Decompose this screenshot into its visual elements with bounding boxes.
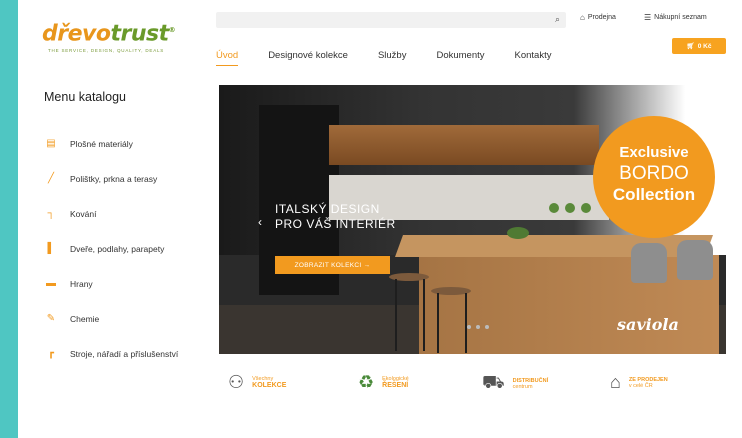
- menu-item-label: Dveře, podlahy, parapety: [70, 243, 165, 254]
- logo-part1: dřevo: [42, 21, 111, 47]
- stool-leg: [423, 279, 425, 351]
- menu-item-edges[interactable]: ▬ Hrany: [44, 266, 224, 301]
- tools-icon: ┏: [47, 348, 55, 359]
- menu-item-tools[interactable]: ┏ Stroje, nářadí a příslušenství: [44, 336, 224, 371]
- cart-button[interactable]: 🛒︎ 0 Kč: [672, 38, 726, 54]
- brand-logo: saviola: [617, 315, 679, 334]
- recycle-icon: ♻: [358, 372, 375, 392]
- catalog-menu: ▤ Plošné materiály ╱ Polištky, prkna a t…: [44, 126, 224, 371]
- stool-leg: [395, 279, 397, 351]
- cart-icon: 🛒︎: [686, 43, 695, 50]
- users-icon: ⚇: [228, 372, 245, 392]
- shopping-list-label: Nákupní seznam: [654, 14, 707, 21]
- feature-stores[interactable]: ⌂ ZE PRODEJEN v celé ČR: [610, 372, 668, 393]
- menu-item-doors[interactable]: ▌ Dveře, podlahy, parapety: [44, 231, 224, 266]
- shopping-list-link[interactable]: ☰ Nákupní seznam: [644, 13, 707, 22]
- slider-dot[interactable]: [467, 325, 471, 329]
- menu-item-label: Hrany: [70, 278, 93, 289]
- feature-label: ZE PRODEJEN: [628, 376, 668, 383]
- menu-item-label: Polištky, prkna a terasy: [70, 173, 158, 184]
- prev-slide-arrow[interactable]: ‹: [258, 215, 262, 229]
- search-icon[interactable]: ⌕: [555, 14, 560, 25]
- slider-dot[interactable]: [485, 325, 489, 329]
- nav-item-design-collections[interactable]: Designové kolekce: [268, 50, 348, 61]
- page-frame: dřevotrust® THE SERVICE, DESIGN, QUALITY…: [18, 0, 742, 438]
- show-collection-button[interactable]: ZOBRAZIT KOLEKCI →: [275, 256, 390, 274]
- menu-title: Menu katalogu: [44, 90, 127, 104]
- slider-dot[interactable]: [476, 325, 480, 329]
- hero-plant: [549, 203, 559, 213]
- feature-title: centrum: [512, 384, 533, 390]
- menu-item-planks[interactable]: ╱ Polištky, prkna a terasy: [44, 161, 224, 196]
- menu-item-label: Kování: [70, 208, 97, 219]
- logo-text: dřevotrust®: [42, 18, 176, 47]
- cart-label: 0 Kč: [697, 42, 712, 50]
- logo-tagline: THE SERVICE, DESIGN, QUALITY, DEALS: [48, 48, 165, 54]
- badge-line1: Exclusive: [619, 144, 689, 161]
- door-icon: ▌: [47, 243, 55, 254]
- slider-dots: [467, 325, 489, 329]
- feature-eco[interactable]: ♻ Ekologické ŘEŠENÍ: [358, 372, 409, 393]
- nav-item-home[interactable]: Úvod: [216, 50, 239, 66]
- store-link[interactable]: ⌂ Prodejna: [580, 13, 616, 22]
- hero-title: ITALSKÝ DESIGN PRO VÁŠ INTERIÉR: [275, 202, 396, 232]
- truck-icon: ⛟: [482, 372, 505, 392]
- collection-badge: Exclusive BORDO Collection: [593, 116, 715, 238]
- badge-line3: Collection: [612, 185, 696, 204]
- stool-leg: [437, 293, 439, 353]
- house-icon: ⌂: [610, 372, 621, 392]
- logo-mark: ®: [168, 26, 176, 34]
- hardware-icon: ┐: [47, 208, 55, 219]
- sheet-icon: ▤: [46, 138, 56, 149]
- feature-collections[interactable]: ⚇ Všechny KOLEKCE: [228, 372, 286, 393]
- hero-chair: [677, 240, 713, 280]
- feature-title: ŘEŠENÍ: [382, 382, 409, 389]
- menu-item-label: Plošné materiály: [70, 138, 133, 149]
- hero-plant: [581, 203, 591, 213]
- menu-item-hardware[interactable]: ┐ Kování: [44, 196, 224, 231]
- hero-island: [419, 255, 719, 354]
- home-icon: ⌂: [580, 13, 585, 22]
- hero-wood-panel: [329, 125, 599, 165]
- logo[interactable]: dřevotrust® THE SERVICE, DESIGN, QUALITY…: [42, 18, 176, 54]
- nav-item-services[interactable]: Služby: [378, 50, 407, 61]
- badge-line2: BORDO: [619, 163, 689, 184]
- hero-plant: [565, 203, 575, 213]
- menu-item-label: Stroje, nářadí a příslušenství: [70, 348, 179, 359]
- store-link-label: Prodejna: [587, 14, 616, 21]
- plank-icon: ╱: [47, 173, 55, 184]
- nav-item-documents[interactable]: Dokumenty: [436, 50, 484, 61]
- feature-title: v celé ČR: [628, 382, 653, 389]
- menu-item-chemistry[interactable]: ✎ Chemie: [44, 301, 224, 336]
- stool-leg: [465, 293, 467, 353]
- feature-distribution[interactable]: ⛟ DISTRIBUČNÍ centrum: [482, 372, 548, 396]
- hero-bowl-plant: [507, 227, 529, 239]
- nav-item-contacts[interactable]: Kontakty: [515, 50, 552, 61]
- search-input[interactable]: ⌕: [216, 12, 566, 28]
- chemistry-icon: ✎: [46, 313, 56, 324]
- feature-title: KOLEKCE: [252, 382, 287, 389]
- edge-icon: ▬: [46, 278, 56, 289]
- menu-item-label: Chemie: [70, 313, 100, 324]
- menu-item-sheet-materials[interactable]: ▤ Plošné materiály: [44, 126, 224, 161]
- hero-title-line2: PRO VÁŠ INTERIÉR: [275, 217, 396, 231]
- main-nav: Úvod Designové kolekce Služby Dokumenty …: [216, 50, 581, 66]
- hero-chair: [631, 243, 667, 283]
- list-icon: ☰: [644, 13, 652, 22]
- hero-title-line1: ITALSKÝ DESIGN: [275, 202, 380, 216]
- hero-banner[interactable]: ‹ ITALSKÝ DESIGN PRO VÁŠ INTERIÉR ZOBRAZ…: [219, 85, 726, 354]
- logo-part2: trust: [110, 21, 169, 47]
